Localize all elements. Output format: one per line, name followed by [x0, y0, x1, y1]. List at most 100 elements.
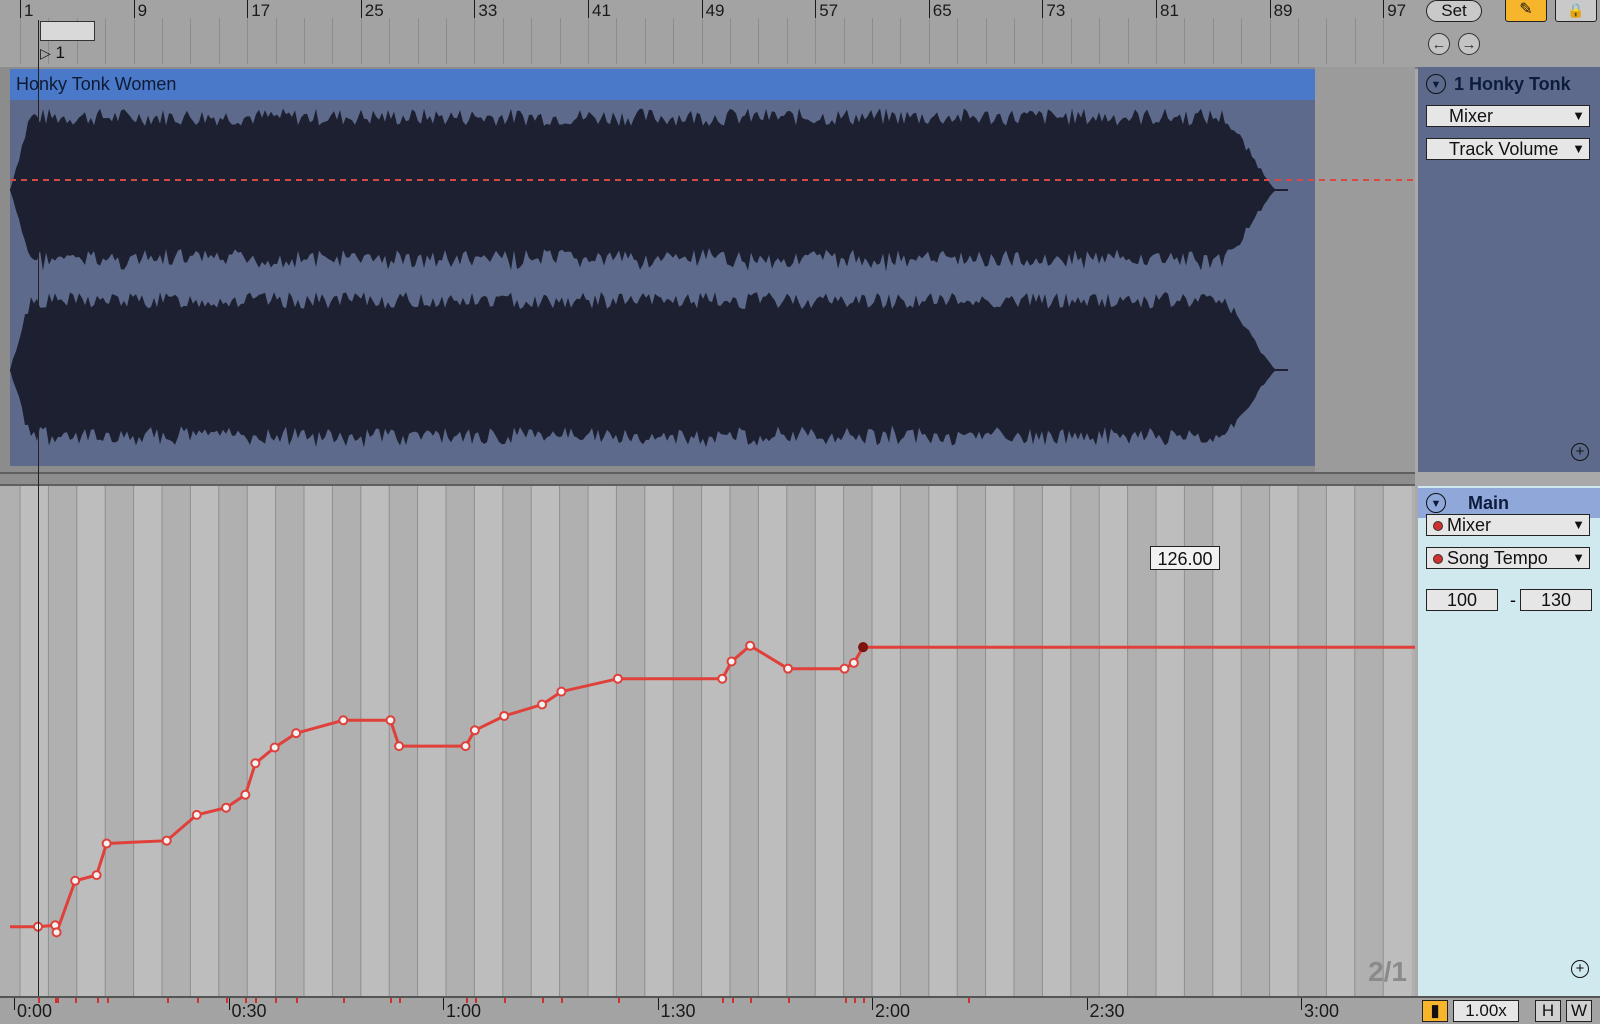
automation-breakpoint[interactable]: [51, 927, 62, 938]
breakpoint-marker: [106, 998, 109, 1003]
chevron-down-icon: ▼: [1572, 141, 1585, 156]
automation-breakpoint[interactable]: [191, 809, 202, 820]
bar-number: 65: [932, 1, 952, 20]
bar-number: 1: [24, 1, 34, 20]
add-lane-icon[interactable]: +: [1571, 443, 1589, 461]
zoom-value: 1.00x: [1465, 1001, 1507, 1020]
automation-breakpoint[interactable]: [250, 758, 261, 769]
selected-breakpoint[interactable]: [858, 642, 869, 653]
automation-breakpoint[interactable]: [726, 656, 737, 667]
automation-breakpoint[interactable]: [394, 741, 405, 752]
track-name: 1 Honky Tonk: [1454, 74, 1571, 94]
automation-breakpoint[interactable]: [783, 663, 794, 674]
breakpoint-marker: [75, 998, 78, 1003]
device-chooser[interactable]: Mixer ▼: [1426, 105, 1590, 127]
w-button[interactable]: W: [1566, 1000, 1592, 1022]
breakpoint-marker: [844, 998, 847, 1003]
grid-band: [985, 486, 1014, 996]
parameter-chooser[interactable]: Track Volume ▼: [1426, 138, 1590, 160]
add-lane-icon[interactable]: +: [1571, 960, 1589, 978]
automation-breakpoint[interactable]: [161, 835, 172, 846]
arrangement-controls: Set ✎ 🔒 ← →: [1415, 0, 1600, 69]
beat-tick: [1212, 18, 1214, 64]
volume-envelope-overlay: [10, 179, 1415, 181]
value-tooltip: 126.00: [1150, 546, 1220, 570]
automation-breakpoint[interactable]: [70, 875, 81, 886]
automation-breakpoint[interactable]: [717, 673, 728, 684]
bar-number: 73: [1046, 1, 1066, 20]
arrow-right-icon[interactable]: →: [1458, 33, 1480, 55]
arrow-left-icon[interactable]: ←: [1428, 33, 1450, 55]
main-parameter-chooser[interactable]: Song Tempo ▼: [1426, 547, 1590, 569]
grid-band: [417, 486, 446, 996]
lock-icon[interactable]: 🔒: [1555, 0, 1597, 22]
loop-brace[interactable]: [40, 21, 95, 41]
time-tick: [228, 998, 230, 1010]
bar-number: 9: [137, 1, 148, 20]
playhead[interactable]: [38, 20, 39, 996]
beat-tick: [1042, 18, 1044, 64]
grid-band: [1042, 486, 1071, 996]
beat-tick: [928, 18, 930, 64]
automation-breakpoint[interactable]: [499, 710, 510, 721]
h-button[interactable]: H: [1535, 1000, 1561, 1022]
beat-tick: [900, 18, 902, 64]
main-device-chooser[interactable]: Mixer ▼: [1426, 514, 1590, 536]
beat-tick: [1241, 18, 1243, 64]
waveform-icon[interactable]: ▮: [1422, 1000, 1448, 1022]
automation-breakpoint[interactable]: [848, 657, 859, 668]
fold-icon[interactable]: ▼: [1426, 493, 1446, 513]
range-max-input[interactable]: 130: [1520, 589, 1592, 611]
beat-tick: [701, 18, 703, 64]
breakpoint-marker: [343, 998, 346, 1003]
automation-breakpoint[interactable]: [745, 640, 756, 651]
automation-breakpoint[interactable]: [469, 725, 480, 736]
grid-size-label: 2/1: [1368, 956, 1407, 987]
automation-breakpoint[interactable]: [240, 789, 251, 800]
breakpoint-marker: [561, 998, 564, 1003]
beat-tick: [1014, 18, 1015, 64]
automation-breakpoint[interactable]: [460, 741, 471, 752]
bar-number: 89: [1273, 1, 1293, 20]
automation-breakpoint[interactable]: [612, 673, 623, 684]
automation-breakpoint[interactable]: [221, 802, 232, 813]
automation-breakpoint[interactable]: [556, 686, 567, 697]
range-min-input[interactable]: 100: [1426, 589, 1498, 611]
beat-tick: [588, 18, 589, 64]
beat-tick: [1184, 18, 1186, 64]
time-label: 2:00: [875, 1001, 911, 1021]
breakpoint-marker: [504, 998, 507, 1003]
locator-marker[interactable]: ▷ 1: [40, 43, 100, 65]
parameter-chooser-value: Track Volume: [1449, 139, 1559, 159]
main-parameter-chooser-value: Song Tempo: [1447, 548, 1548, 568]
automation-breakpoint[interactable]: [91, 870, 102, 881]
beat-tick: [218, 18, 220, 64]
automation-breakpoint[interactable]: [385, 715, 396, 726]
pencil-icon[interactable]: ✎: [1505, 0, 1547, 22]
beat-time-ruler[interactable]: 1 9 17 25 33 41 49 57 65 73 81 89 97 ▷ 1: [0, 0, 1415, 69]
grid-band: [872, 486, 901, 996]
automation-lane[interactable]: 126.00 2/1: [0, 486, 1415, 996]
track-name-header[interactable]: ▼ 1 Honky Tonk: [1418, 69, 1600, 99]
automation-breakpoint[interactable]: [291, 728, 302, 739]
automation-breakpoint[interactable]: [839, 663, 850, 674]
time-label: 3:00: [1304, 1001, 1340, 1021]
grid-band: [531, 486, 560, 996]
fold-icon[interactable]: ▼: [1426, 74, 1446, 94]
beat-tick: [644, 18, 646, 64]
automation-breakpoint[interactable]: [269, 742, 280, 753]
set-button[interactable]: Set: [1426, 0, 1482, 22]
automation-breakpoint[interactable]: [338, 715, 349, 726]
time-ruler[interactable]: 0:00 0:30 1:00 1:30 2:00 2:30 3:00: [0, 996, 1415, 1024]
grid-band: [1099, 486, 1128, 996]
breakpoint-marker: [226, 998, 229, 1003]
zoom-display[interactable]: 1.00x: [1453, 1000, 1519, 1022]
grid-band: [1326, 486, 1355, 996]
breakpoint-marker: [166, 998, 169, 1003]
chevron-down-icon: ▼: [1572, 517, 1585, 532]
automation-breakpoint[interactable]: [537, 699, 548, 710]
track-separator[interactable]: [0, 472, 1415, 486]
beat-tick: [474, 18, 476, 64]
grid-band: [588, 486, 617, 996]
automation-breakpoint[interactable]: [101, 838, 112, 849]
